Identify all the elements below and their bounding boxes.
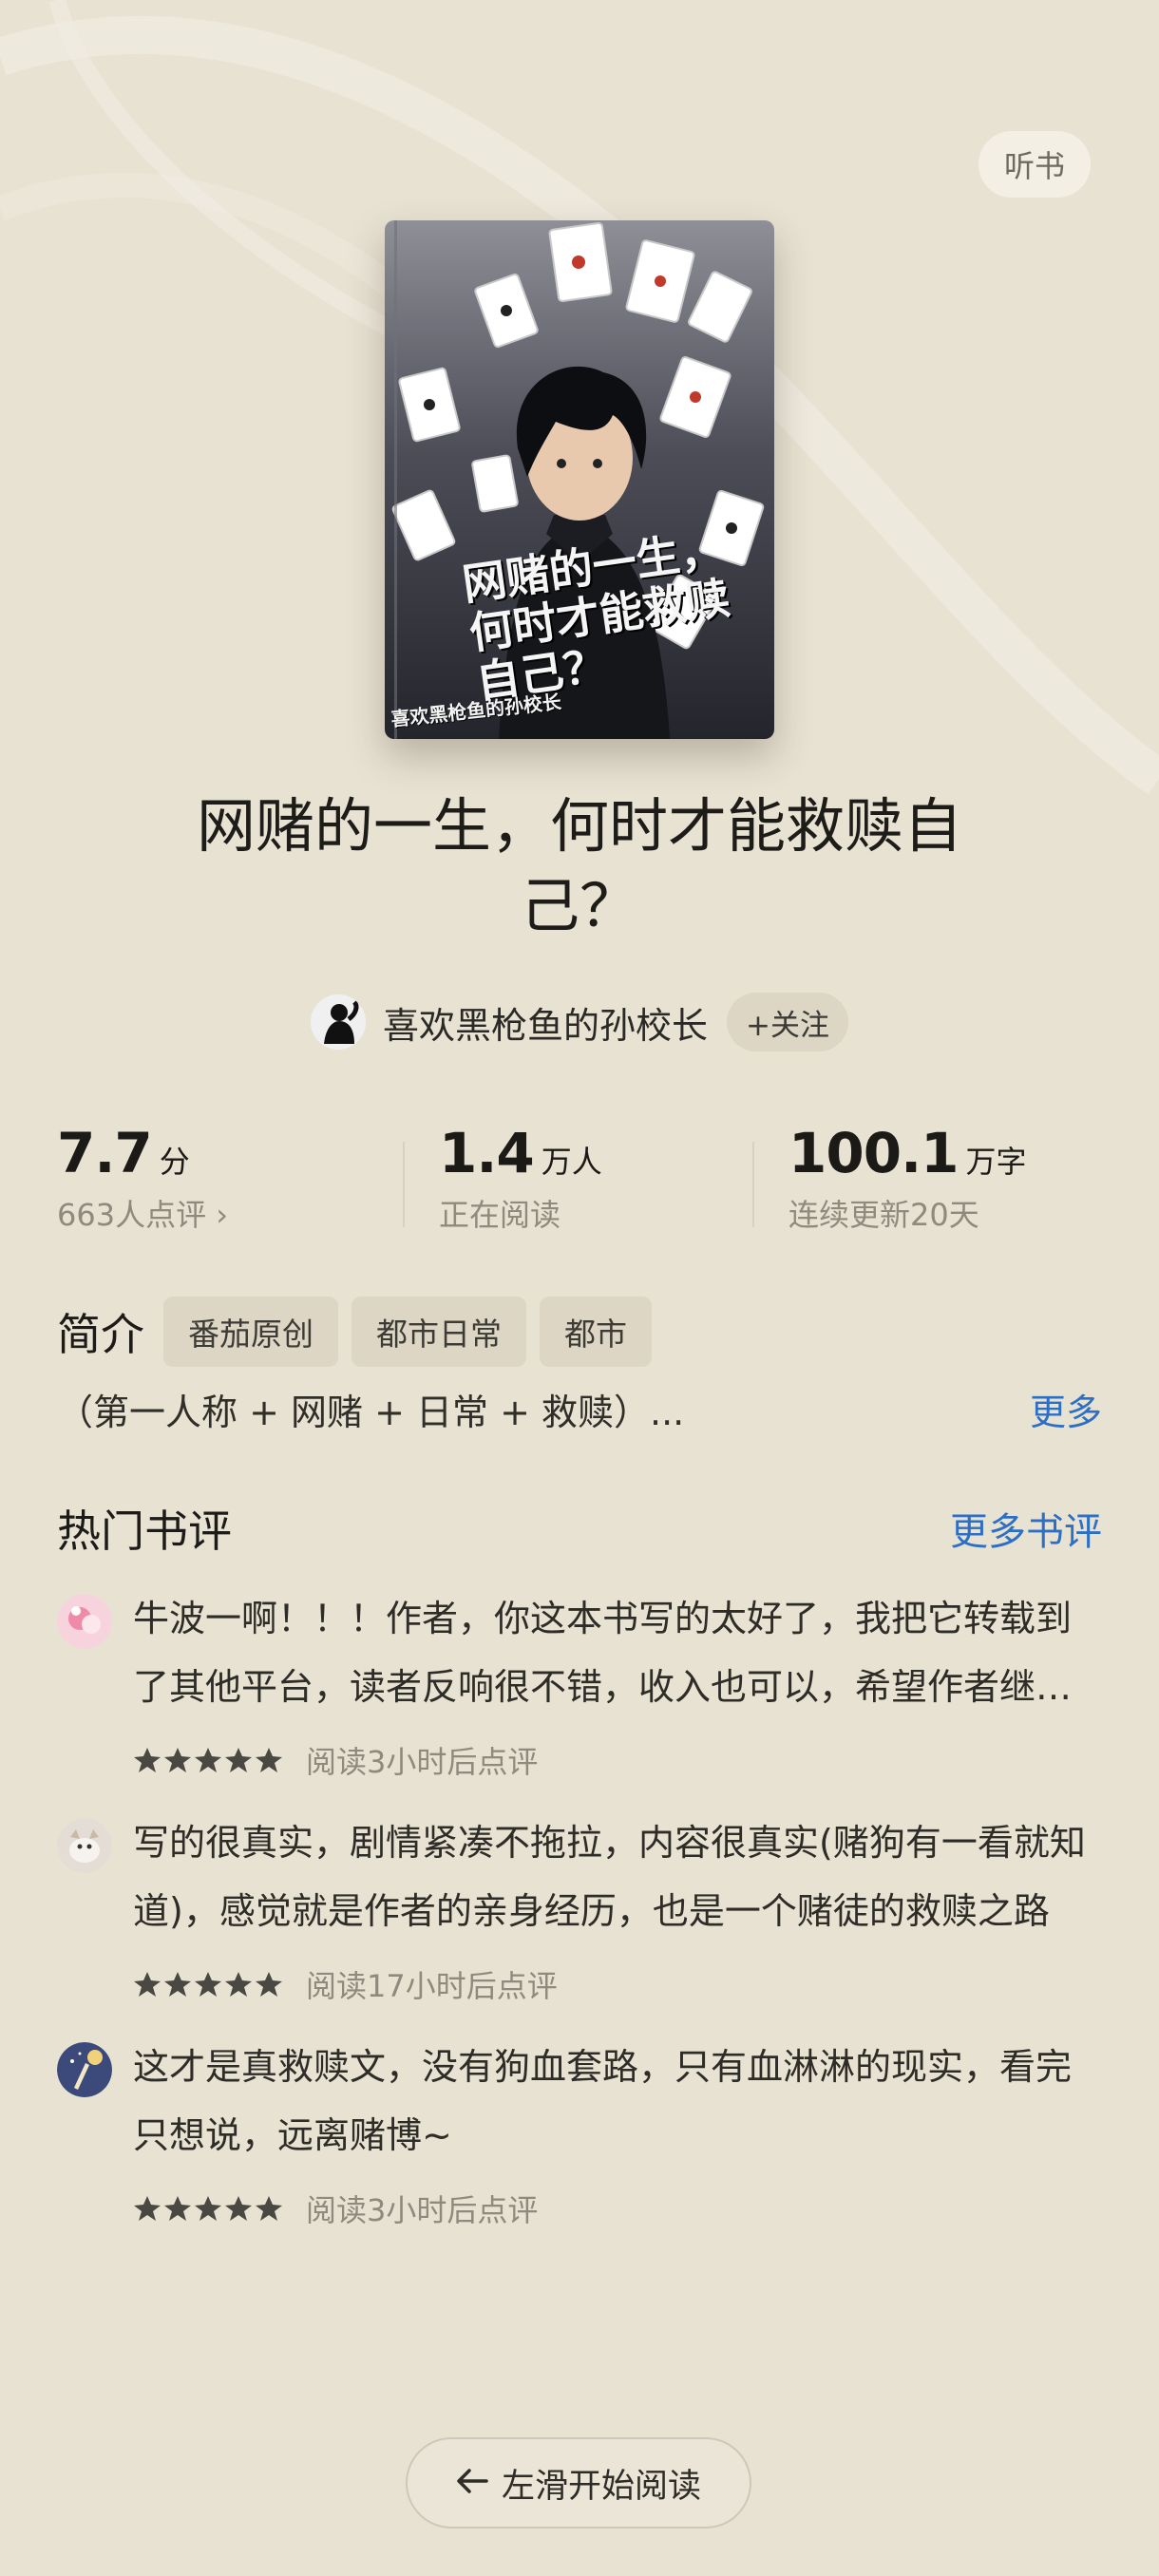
tag-urban-daily[interactable]: 都市日常 [352, 1297, 526, 1367]
review-text: 牛波一啊！！！作者，你这本书写的太好了，我把它转载到了其他平台，读者反响很不错，… [133, 1598, 1073, 1708]
review-time: 阅读3小时后点评 [306, 1744, 539, 1780]
review-text: 这才是真救赎文，没有狗血套路，只有血淋淋的现实，看完只想说，远离赌博~ [133, 2046, 1073, 2156]
words-unit: 万字 [965, 1144, 1027, 1180]
review-time: 阅读17小时后点评 [306, 1968, 558, 2004]
author-avatar[interactable] [311, 994, 366, 1050]
rating-stat[interactable]: 7.7 分 663人点评 › [57, 1121, 228, 1235]
star-rating [133, 1746, 285, 1774]
five-stars-icon [134, 2196, 282, 2221]
intro-summary[interactable]: （第一人称 + 网赌 + 日常 + 救赎）... [57, 1383, 684, 1435]
readers-stat: 1.4 万人 正在阅读 [439, 1121, 602, 1235]
readers-label: 正在阅读 [439, 1197, 561, 1233]
five-stars-icon [134, 1972, 282, 1997]
words-value: 100.1 [788, 1121, 959, 1185]
arrow-left-icon [456, 2464, 488, 2502]
reviewer-avatar[interactable] [57, 1818, 112, 1873]
intro-more-link[interactable]: 更多 [1030, 1383, 1102, 1435]
star-rating [133, 1970, 285, 1998]
reviewer-avatar[interactable] [57, 1594, 112, 1649]
words-stat: 100.1 万字 连续更新20天 [788, 1121, 1026, 1235]
review-meta: 阅读3小时后点评 [133, 2187, 538, 2230]
stat-divider [403, 1142, 405, 1227]
start-reading-label: 左滑开始阅读 [501, 2467, 701, 2506]
hot-reviews-title: 热门书评 [57, 1506, 232, 1557]
more-reviews-link[interactable]: 更多书评 [950, 1501, 1102, 1556]
star-rating [133, 2194, 285, 2223]
reviewer-avatar[interactable] [57, 2042, 112, 2097]
update-streak: 连续更新20天 [788, 1197, 979, 1233]
book-stats: 7.7 分 663人点评 › 1.4 万人 正在阅读 100.1 万字 连续更新20天 [0, 1121, 1159, 1254]
rating-unit: 分 [159, 1144, 190, 1180]
tag-fanqie-original[interactable]: 番茄原创 [163, 1297, 338, 1367]
listen-book-button[interactable]: 听书 [978, 131, 1091, 198]
readers-value: 1.4 [439, 1121, 535, 1185]
author-row: 喜欢黑枪鱼的孙校长 +关注 [0, 988, 1159, 1056]
rating-value: 7.7 [57, 1121, 153, 1185]
review-meta: 阅读17小时后点评 [133, 1962, 558, 2006]
readers-unit: 万人 [541, 1144, 602, 1180]
review-meta: 阅读3小时后点评 [133, 1738, 538, 1782]
book-title: 网赌的一生，何时才能救赎自己？ [196, 791, 962, 940]
rating-count: 663人点评 › [57, 1197, 229, 1233]
review-time: 阅读3小时后点评 [306, 2192, 539, 2228]
intro-label: 简介 [57, 1309, 144, 1360]
intro-row: 简介 番茄原创 都市日常 都市 [57, 1294, 665, 1370]
tag-urban[interactable]: 都市 [540, 1297, 652, 1367]
author-name[interactable]: 喜欢黑枪鱼的孙校长 [383, 996, 708, 1049]
start-reading-button[interactable]: 左滑开始阅读 [406, 2437, 751, 2529]
five-stars-icon [134, 1748, 282, 1772]
follow-button[interactable]: +关注 [727, 993, 848, 1051]
review-text: 写的很真实，剧情紧凑不拖拉，内容很真实(赌狗有一看就知道)，感觉就是作者的亲身经… [133, 1822, 1086, 1932]
book-cover[interactable]: 网赌的一生，何时才能救赎自己？ 喜欢黑枪鱼的孙校长 [385, 220, 774, 739]
stat-divider [752, 1142, 754, 1227]
